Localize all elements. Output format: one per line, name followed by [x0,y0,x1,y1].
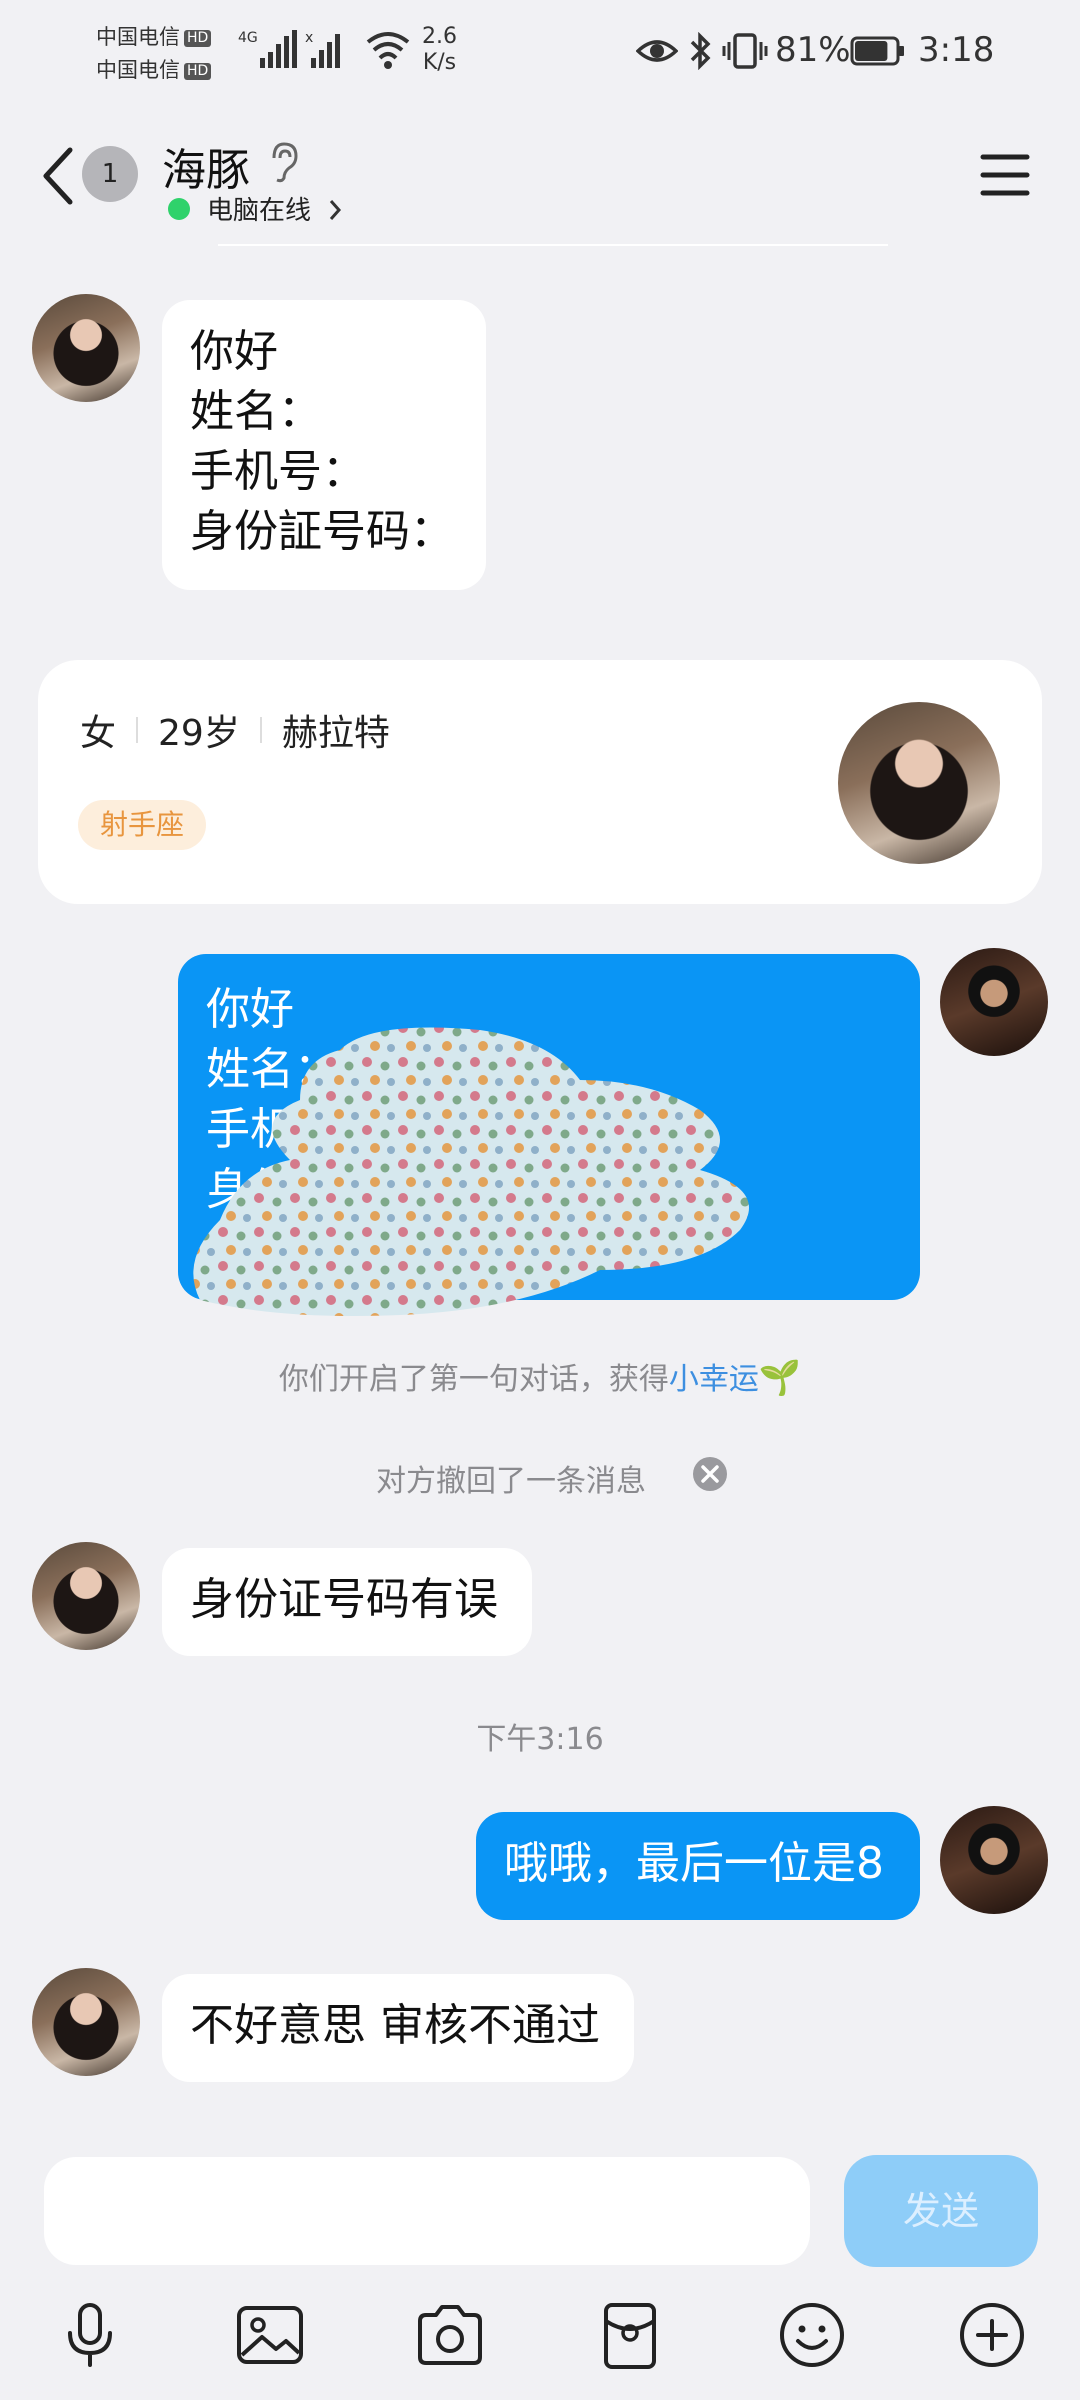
composer-area: 发送 [0,2135,1080,2400]
profile-age: 29岁 [158,713,240,754]
my-avatar[interactable] [940,948,1048,1056]
signal-icon-2: x [305,30,340,68]
close-icon[interactable] [692,1456,728,1492]
message-line: 手机号： [190,446,366,497]
carrier-line-1: 中国电信 HD [96,22,212,53]
profile-info-row: 女 29岁 赫拉特 [80,704,390,756]
battery-percent: 81% [775,30,851,70]
menu-icon[interactable] [980,152,1030,198]
contact-avatar[interactable] [32,294,140,402]
hd-badge-2: HD [184,62,212,80]
carrier-name-1: 中国电信 [96,25,180,49]
status-bar: 中国电信 HD 中国电信 HD 4G x 2.6 K/s 81% 3:18 [0,0,1080,110]
profile-separator [136,717,139,743]
my-avatar[interactable] [940,1806,1048,1914]
send-button[interactable]: 发送 [844,2155,1038,2267]
carrier-line-2: 中国电信 HD [96,55,212,86]
redaction-scribble [193,1027,750,1316]
bluetooth-icon [690,32,711,70]
eye-icon [636,40,678,62]
chat-header: 1 海豚 电脑在线 [0,110,1080,245]
message-line: 姓名： [190,386,322,437]
camera-icon[interactable] [416,2303,484,2367]
message-line: 身份証号码： [190,506,454,557]
profile-gender: 女 [80,713,117,754]
network-type: 4G [238,30,258,46]
profile-separator [259,717,262,743]
contact-avatar[interactable] [32,1968,140,2076]
lucky-link[interactable]: 小幸运 [669,1362,759,1397]
signal-icon-1 [260,30,297,68]
contact-name[interactable]: 海豚 [162,134,250,198]
profile-card[interactable]: 女 29岁 赫拉特 射手座 [38,660,1042,904]
status-time: 3:18 [918,30,995,70]
speed-value: 2.6 [422,24,457,49]
red-packet-icon[interactable] [600,2301,660,2371]
emoji-icon[interactable] [778,2301,846,2369]
microphone-icon[interactable] [60,2301,120,2371]
profile-location: 赫拉特 [281,713,390,754]
message-timestamp: 下午3:16 [476,1722,604,1757]
zodiac-tag: 射手座 [78,800,207,850]
online-status[interactable]: 电脑在线 [207,190,311,227]
hd-badge-1: HD [184,29,212,47]
first-chat-text: 你们开启了第一句对话，获得 [278,1362,669,1397]
contact-avatar[interactable] [32,1542,140,1650]
network-speed: 2.6 K/s [422,24,457,76]
incoming-message-bubble[interactable]: 你好 姓名： 手机号： 身份証号码： [162,300,486,590]
unread-count-badge[interactable]: 1 [82,146,138,202]
message-line: 你好 [190,326,278,377]
battery-icon [850,36,904,66]
sprout-icon: 🌱 [758,1358,802,1398]
speed-unit: K/s [422,50,457,75]
plus-icon[interactable] [958,2301,1026,2369]
back-arrow-icon[interactable] [38,146,78,206]
incoming-message-bubble[interactable]: 不好意思 审核不通过 [162,1974,634,2082]
incoming-message-bubble[interactable]: 身份证号码有误 [162,1548,532,1656]
header-divider [218,244,888,246]
wifi-icon [366,32,410,69]
profile-photo[interactable] [838,702,1000,864]
svg-text:x: x [305,30,313,46]
recall-notice: 对方撤回了一条消息 [376,1464,646,1499]
message-input[interactable] [44,2157,810,2265]
online-dot [168,198,190,220]
image-icon[interactable] [236,2305,304,2365]
vibrate-icon [722,33,768,69]
first-chat-notice: 你们开启了第一句对话，获得小幸运🌱 [0,1354,1080,1398]
chevron-right-icon[interactable] [328,198,342,222]
outgoing-message-bubble[interactable]: 哦哦，最后一位是8 [476,1812,920,1920]
ear-icon[interactable] [266,140,300,184]
carrier-name-2: 中国电信 [96,58,180,82]
